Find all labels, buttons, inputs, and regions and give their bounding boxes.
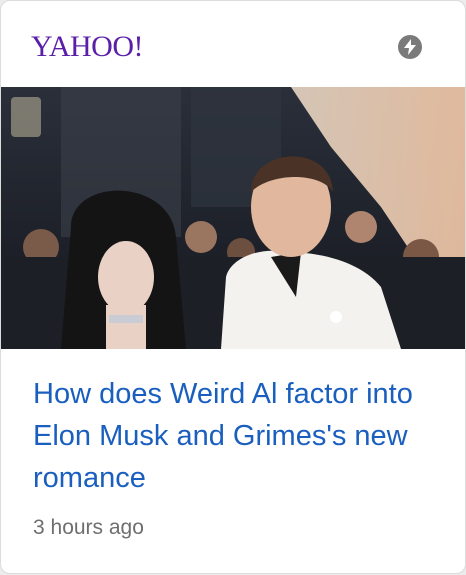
- article-photo[interactable]: [1, 87, 465, 349]
- article-headline[interactable]: How does Weird Al factor into Elon Musk …: [33, 373, 433, 499]
- article-timestamp: 3 hours ago: [33, 516, 144, 539]
- lightning-bolt-icon: [398, 35, 422, 59]
- source-name: YAHOO!: [31, 30, 144, 63]
- card-header: YAHOO!: [1, 1, 465, 87]
- news-card[interactable]: YAHOO! How does Weird Al factor into Elo…: [0, 0, 466, 574]
- yahoo-logo: YAHOO!: [31, 29, 144, 65]
